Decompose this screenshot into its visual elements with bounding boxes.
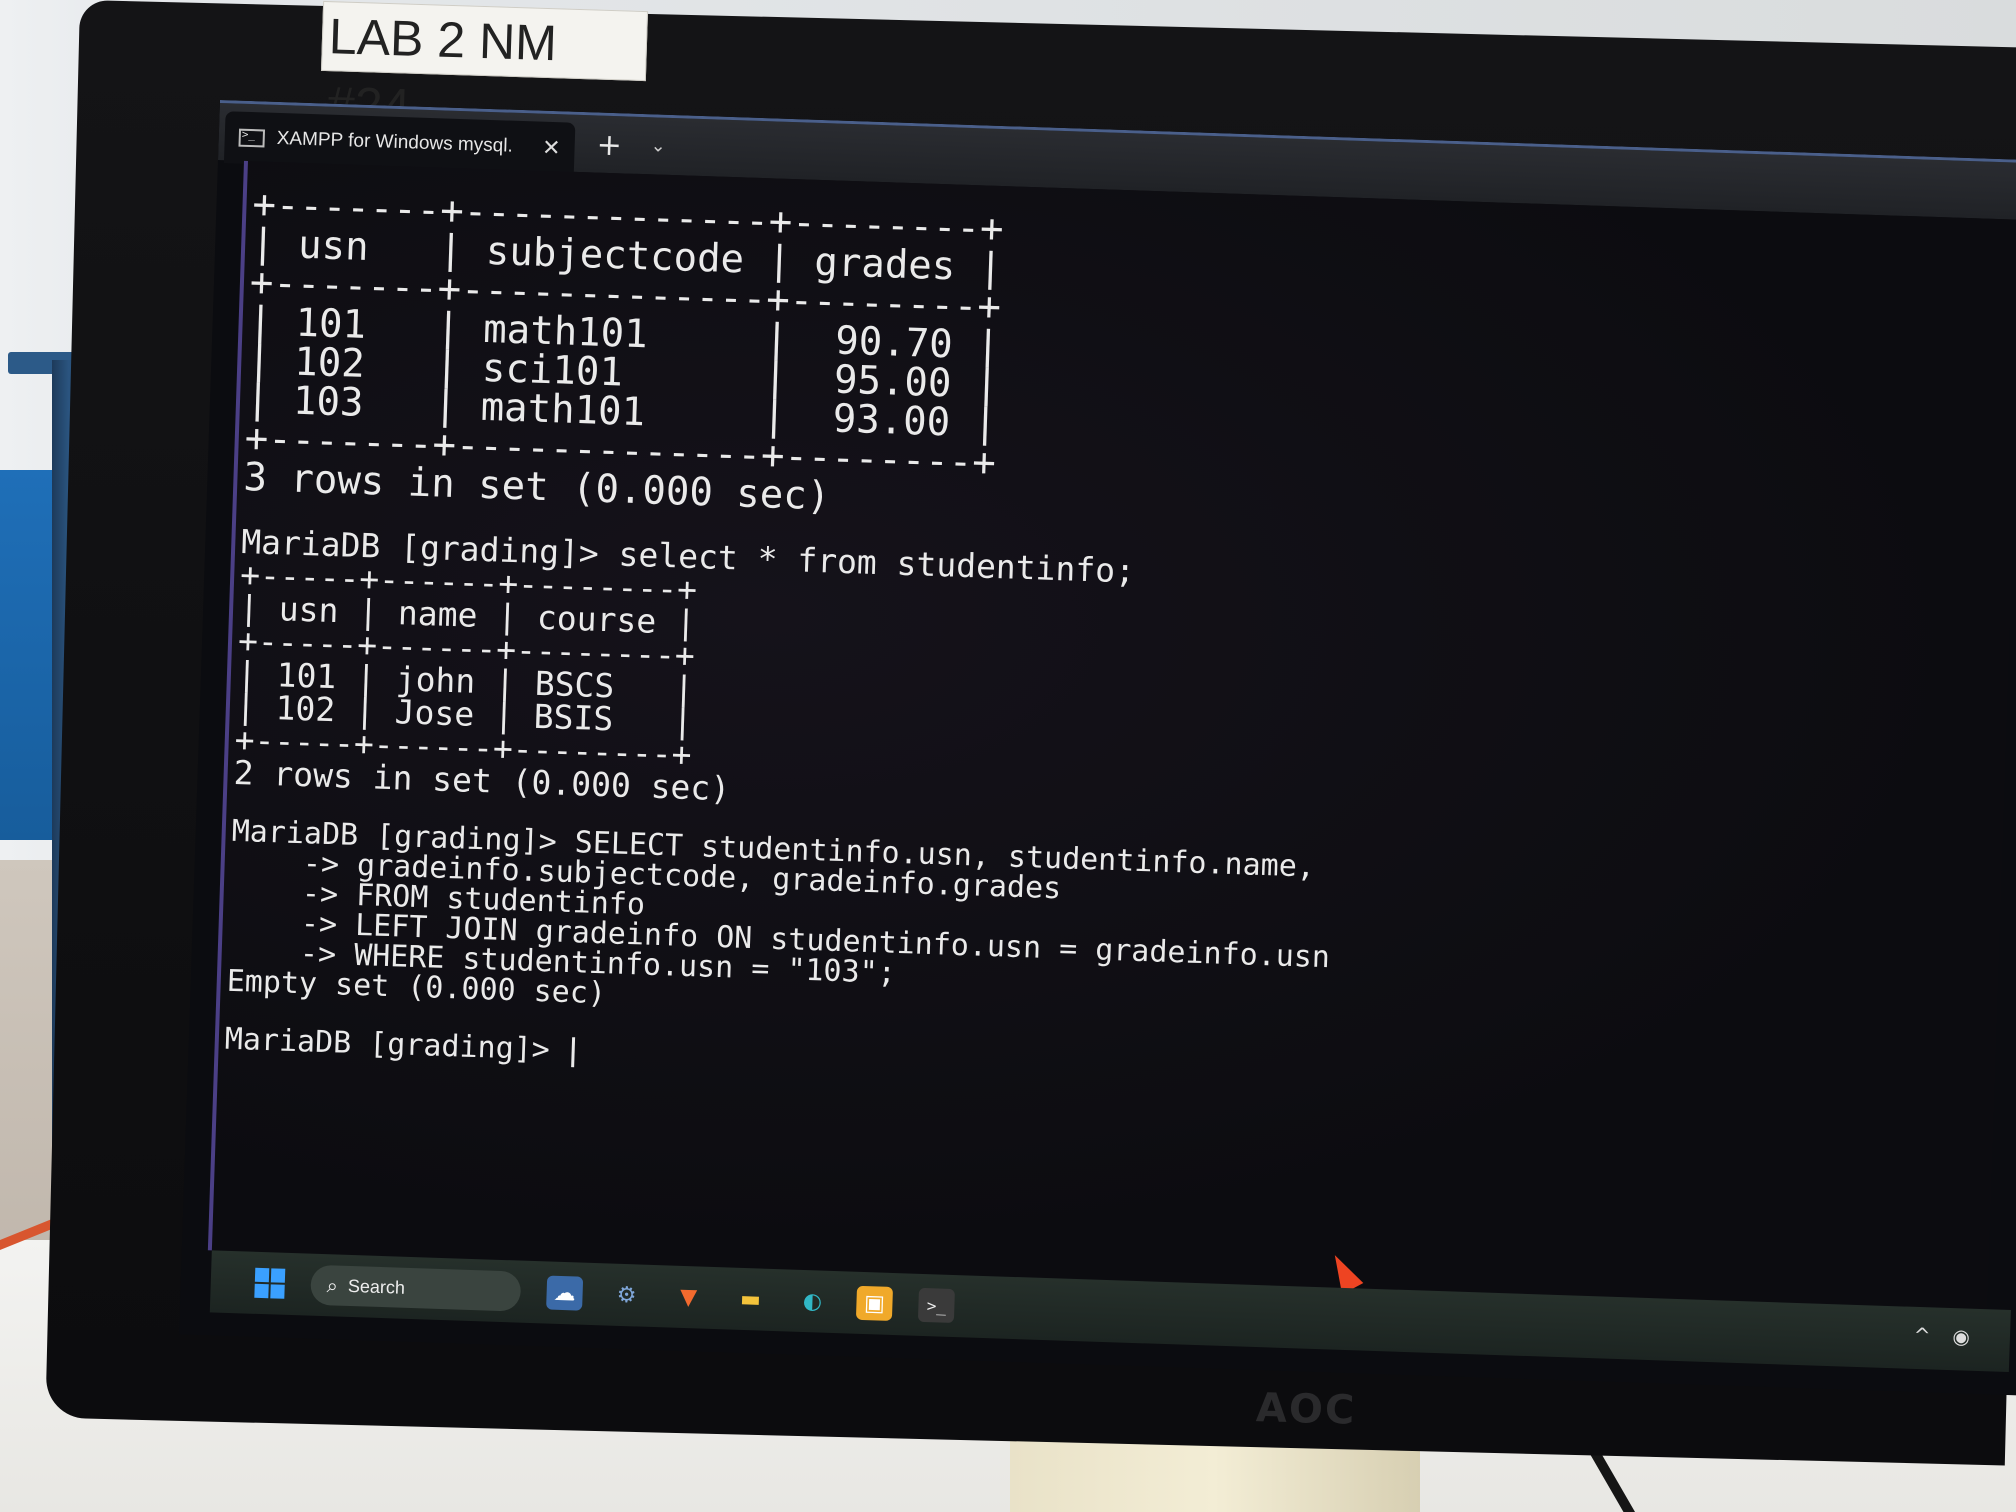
taskbar-search[interactable]: ⌕ Search xyxy=(310,1264,522,1312)
widgets-icon[interactable]: ☁ xyxy=(546,1275,584,1311)
tray-chevron-icon[interactable]: ^ xyxy=(1913,1323,1931,1348)
terminal-tab-label: XAMPP for Windows mysql. xyxy=(276,127,514,157)
terminal-icon[interactable]: >_ xyxy=(917,1287,955,1324)
system-tray: ^ ◉ xyxy=(1913,1323,1970,1349)
taskbar-search-label: Search xyxy=(347,1275,406,1298)
terminal-tab-icon xyxy=(238,128,266,148)
file-explorer-icon[interactable]: ▬ xyxy=(732,1282,769,1317)
search-icon: ⌕ xyxy=(326,1273,339,1298)
photos-icon[interactable]: ▣ xyxy=(855,1285,894,1321)
monitor-screen: XAMPP for Windows mysql. ✕ + ⌄ +-------+… xyxy=(179,100,2016,1396)
monitor-sticker-label: LAB 2 NM #24 xyxy=(320,0,649,135)
tab-dropdown-icon[interactable]: ⌄ xyxy=(650,135,666,156)
edge-browser-icon[interactable]: ◐ xyxy=(794,1284,831,1319)
close-tab-icon[interactable]: ✕ xyxy=(542,135,561,161)
settings-icon[interactable]: ⚙ xyxy=(608,1278,645,1313)
brave-browser-icon[interactable]: ▼ xyxy=(670,1280,707,1315)
terminal-output[interactable]: +-------+-------------+--------+ | usn |… xyxy=(207,160,2016,1310)
new-tab-button[interactable]: + xyxy=(596,128,622,164)
windows-start-icon[interactable] xyxy=(254,1267,286,1299)
network-icon[interactable]: ◉ xyxy=(1952,1324,1970,1349)
monitor-brand-logo: AOC xyxy=(1255,1385,1357,1434)
text-cursor xyxy=(571,1036,576,1067)
